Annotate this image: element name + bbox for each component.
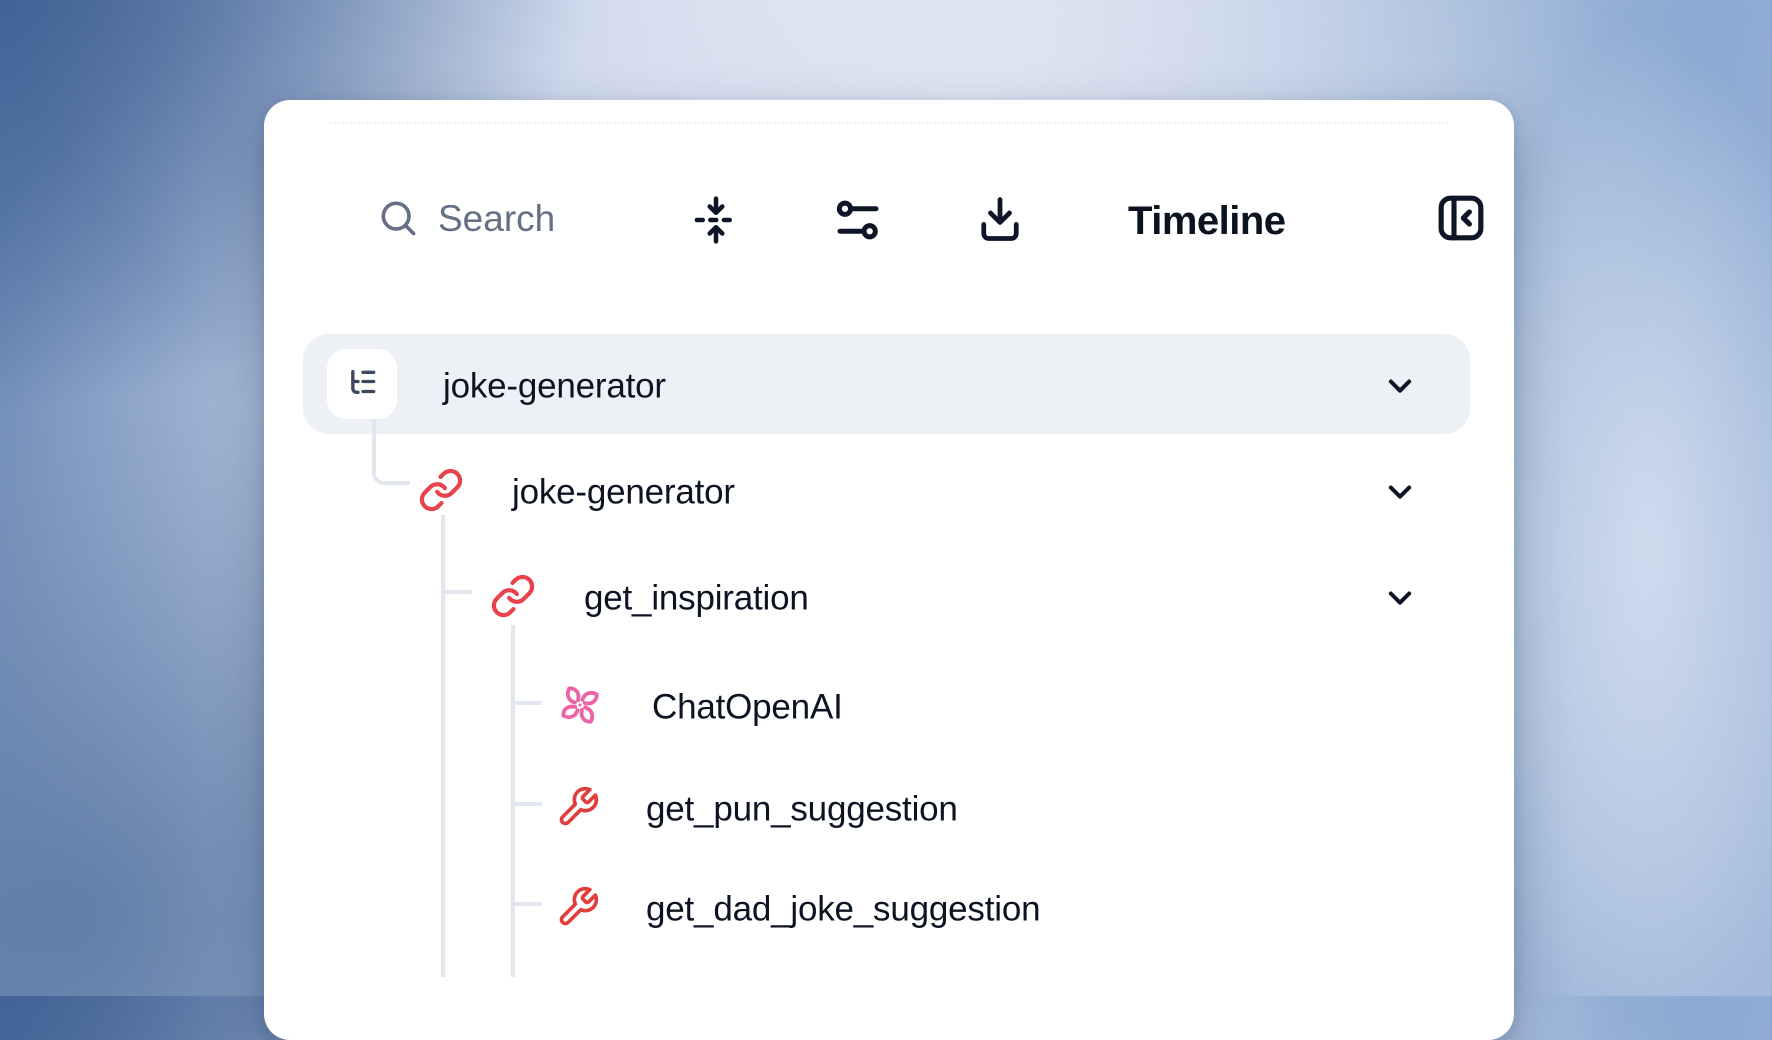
tree-row-joke-generator[interactable] xyxy=(303,442,1470,538)
chevron-down-icon[interactable] xyxy=(1380,472,1420,512)
header-divider xyxy=(330,122,1448,124)
tree-row-label: get_dad_joke_suggestion xyxy=(646,892,1040,927)
chevron-down-icon[interactable] xyxy=(1380,366,1420,406)
tool-wrench-icon xyxy=(556,785,600,829)
collapse-panel-button[interactable] xyxy=(1433,190,1489,246)
collapse-vertical-icon xyxy=(689,193,743,247)
tree-row-label: get_pun_suggestion xyxy=(646,792,958,827)
sliders-icon xyxy=(831,193,885,247)
tree-row-label: get_inspiration xyxy=(584,581,809,616)
tree-row-label: ChatOpenAI xyxy=(652,690,843,725)
search-placeholder: Search xyxy=(438,200,555,237)
search-icon xyxy=(376,196,420,240)
chain-link-icon xyxy=(490,573,536,619)
trace-tree-badge xyxy=(327,349,397,419)
tree-row-label: joke-generator xyxy=(512,475,735,510)
collapse-panel-left-icon xyxy=(1433,190,1489,246)
llm-pinwheel-icon xyxy=(557,682,603,728)
collapse-all-button[interactable] xyxy=(689,193,743,247)
download-icon xyxy=(974,193,1026,245)
trace-panel: Search Timeline xyxy=(264,100,1514,1040)
tool-wrench-icon xyxy=(556,885,600,929)
timeline-view-label: Timeline xyxy=(1128,199,1286,243)
download-button[interactable] xyxy=(974,193,1026,245)
search-button[interactable]: Search xyxy=(376,196,555,240)
tree-row-get-inspiration[interactable] xyxy=(303,548,1470,644)
chain-link-icon xyxy=(418,467,464,513)
tree-row-chatopenai[interactable] xyxy=(303,656,1470,752)
tree-row-label: joke-generator xyxy=(443,369,666,404)
view-options-button[interactable] xyxy=(831,193,885,247)
chevron-down-icon[interactable] xyxy=(1380,578,1420,618)
trace-tree-icon xyxy=(342,364,382,404)
